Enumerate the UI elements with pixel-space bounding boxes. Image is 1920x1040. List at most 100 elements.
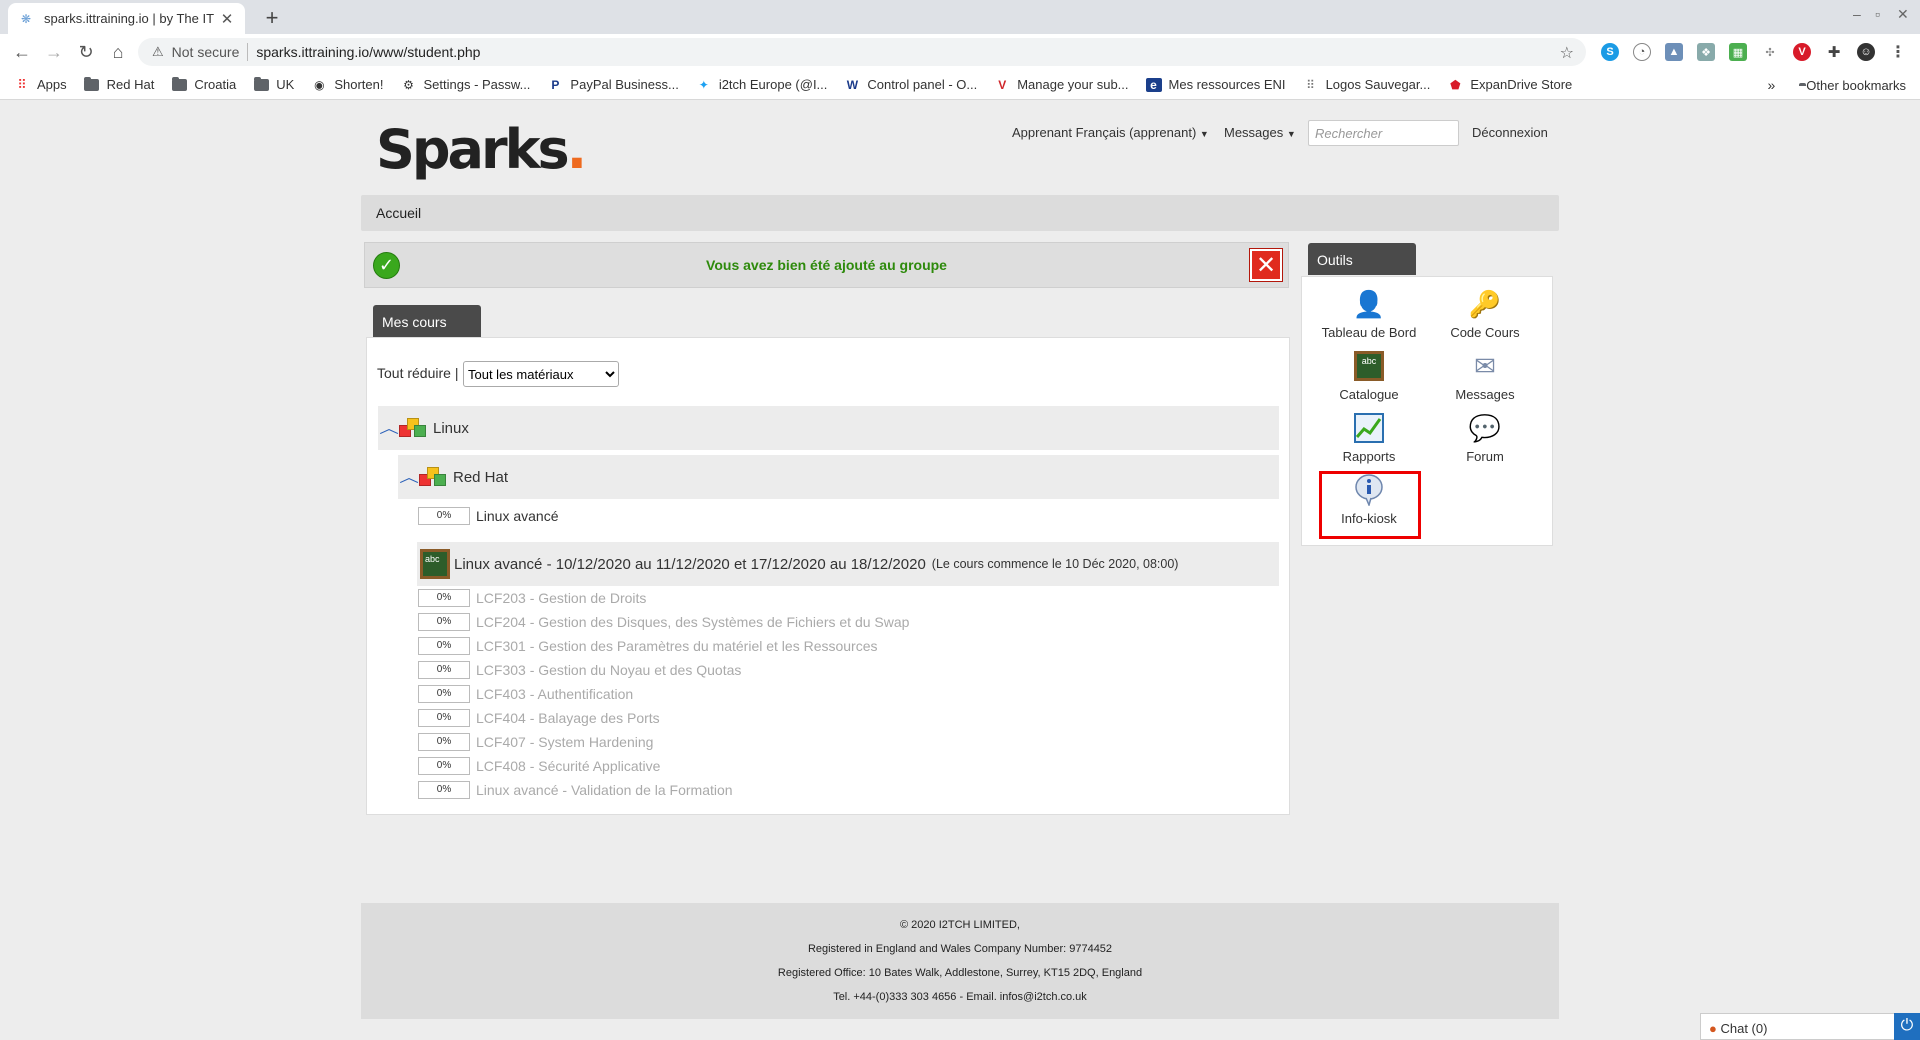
lesson-label: LCF403 - Authentification: [476, 686, 634, 702]
speech-bubbles-icon: 💬: [1468, 412, 1502, 443]
grid-extension-icon[interactable]: ▦: [1729, 43, 1747, 61]
course-start-note: (Le cours commence le 10 Déc 2020, 08:00…: [931, 557, 1179, 571]
tool-label: Rapports: [1342, 449, 1396, 464]
forward-button[interactable]: →: [42, 40, 66, 64]
browser-menu-icon[interactable]: ⋮: [1889, 43, 1907, 61]
lesson-row[interactable]: 0% LCF408 - Sécurité Applicative: [418, 757, 660, 775]
bookmark-label: Control panel - O...: [867, 77, 978, 92]
bookmark-label: PayPal Business...: [570, 77, 679, 92]
window-close-icon[interactable]: ✕: [1897, 6, 1909, 23]
bookmark-logos[interactable]: ⠿ Logos Sauvegar...: [1303, 77, 1430, 92]
chat-label: Chat (0): [1720, 1021, 1768, 1036]
category-cubes-icon: [399, 416, 427, 440]
bookmark-label: Shorten!: [334, 77, 384, 92]
dropbox-icon[interactable]: ❖: [1697, 43, 1715, 61]
lesson-row[interactable]: 0% LCF407 - System Hardening: [418, 733, 653, 751]
category-linux[interactable]: ︿ Linux: [378, 406, 1279, 450]
materials-filter-select[interactable]: Tout les matériaux: [463, 361, 619, 387]
breadcrumb: Accueil: [361, 195, 1559, 231]
tool-rapports[interactable]: Rapports: [1314, 411, 1424, 464]
collapse-chevron-icon[interactable]: ︿: [399, 467, 419, 487]
home-button[interactable]: ⌂: [106, 40, 130, 64]
bookmark-control-panel[interactable]: W Control panel - O...: [844, 77, 978, 92]
bookmark-croatia[interactable]: Croatia: [171, 76, 237, 92]
reload-button[interactable]: ↻: [74, 40, 98, 64]
user-menu[interactable]: Apprenant Français (apprenant) ▼: [1012, 125, 1209, 140]
vivaldi-icon[interactable]: V: [1793, 43, 1811, 61]
collapse-all-link[interactable]: Tout réduire |: [377, 365, 458, 381]
tab-outils[interactable]: Outils: [1308, 243, 1416, 275]
search-input[interactable]: [1308, 120, 1459, 146]
bookmark-eni[interactable]: e Mes ressources ENI: [1145, 77, 1286, 92]
twitter-icon: ✦: [698, 77, 709, 92]
progress-box: 0%: [418, 613, 470, 631]
lesson-row[interactable]: 0% LCF203 - Gestion de Droits: [418, 589, 646, 607]
lesson-row[interactable]: 0% LCF403 - Authentification: [418, 685, 633, 703]
bookmark-settings[interactable]: ⚙ Settings - Passw...: [400, 77, 530, 92]
close-alert-button[interactable]: ✕: [1249, 248, 1283, 282]
category-title: Red Hat: [453, 468, 509, 486]
power-icon[interactable]: ⏻: [1894, 1013, 1920, 1040]
messages-menu[interactable]: Messages ▼: [1224, 125, 1296, 140]
tool-catalogue[interactable]: abc Catalogue: [1314, 349, 1424, 402]
bookmark-label: Red Hat: [106, 77, 155, 92]
lesson-row[interactable]: 0% LCF303 - Gestion du Noyau et des Quota…: [418, 661, 741, 679]
sparks-logo[interactable]: Sparks.: [376, 118, 587, 181]
lesson-row[interactable]: 0% LCF204 - Gestion des Disques, des Syst…: [418, 613, 909, 631]
back-button[interactable]: ←: [10, 40, 34, 64]
site-favicon-icon: ❋: [20, 11, 32, 26]
more-bookmarks-button[interactable]: »: [1768, 77, 1776, 93]
user-menu-label: Apprenant Français (apprenant): [1012, 125, 1197, 140]
lesson-row[interactable]: 0% LCF301 - Gestion des Paramètres du mat…: [418, 637, 878, 655]
logout-link[interactable]: Déconnexion: [1472, 125, 1548, 140]
tool-code-cours[interactable]: 🔑 Code Cours: [1430, 287, 1540, 341]
progress-box: 0%: [418, 781, 470, 799]
skype-icon[interactable]: S: [1601, 43, 1619, 61]
category-title: Linux: [433, 419, 469, 437]
chat-bar[interactable]: ● Chat (0): [1700, 1013, 1895, 1040]
profile-avatar[interactable]: ☺: [1857, 43, 1875, 61]
bookmark-label: Settings - Passw...: [423, 77, 531, 92]
lesson-label: LCF408 - Sécurité Applicative: [476, 758, 661, 774]
bookmark-label: Croatia: [194, 77, 237, 92]
maximize-icon[interactable]: ▫: [1875, 6, 1880, 22]
bookmark-twitter[interactable]: ✦ i2tch Europe (@I...: [696, 77, 828, 92]
logo-dot: .: [566, 118, 587, 181]
course-item[interactable]: 0% Linux avancé: [418, 507, 559, 525]
tab-mes-cours[interactable]: Mes cours: [373, 305, 481, 337]
collapse-chevron-icon[interactable]: ︿: [379, 418, 399, 438]
course-header[interactable]: abc Linux avancé - 10/12/2020 au 11/12/2…: [417, 542, 1279, 586]
speed-icon[interactable]: ◔: [1633, 43, 1651, 61]
bookmark-expandrive[interactable]: ⬟ ExpanDrive Store: [1447, 77, 1572, 92]
bookmark-label: Manage your sub...: [1017, 77, 1129, 92]
bookmark-uk[interactable]: UK: [253, 76, 294, 92]
course-title: Linux avancé - 10/12/2020 au 11/12/2020 …: [454, 555, 926, 573]
extensions-puzzle-icon[interactable]: ✚: [1825, 43, 1843, 61]
bookmark-shorten[interactable]: ◉ Shorten!: [311, 77, 383, 92]
drive-icon[interactable]: ▲: [1665, 43, 1683, 61]
browser-tab[interactable]: ❋ sparks.ittraining.io | by The IT ✕: [8, 3, 245, 34]
tool-forum[interactable]: 💬 Forum: [1430, 411, 1540, 465]
other-bookmarks-button[interactable]: Other bookmarks: [1806, 78, 1906, 93]
apps-grid-icon: ⠿: [17, 76, 27, 92]
bookmark-star-icon[interactable]: ☆: [1560, 43, 1574, 63]
bookmark-apps[interactable]: ⠿ Apps: [14, 76, 66, 93]
bookmark-red-hat[interactable]: Red Hat: [84, 76, 155, 92]
gear-icon: ⚙: [403, 77, 414, 92]
bookmark-paypal[interactable]: P PayPal Business...: [547, 77, 678, 92]
breadcrumb-home[interactable]: Accueil: [376, 205, 421, 221]
tab-close-icon[interactable]: ✕: [219, 10, 235, 28]
lesson-row[interactable]: 0% LCF404 - Balayage des Ports: [418, 709, 660, 727]
bookmark-manage-sub[interactable]: V Manage your sub...: [994, 77, 1128, 92]
eni-icon: e: [1145, 77, 1162, 92]
lesson-label: LCF303 - Gestion du Noyau et des Quotas: [476, 662, 742, 678]
tool-tableau-de-bord[interactable]: 👤 Tableau de Bord: [1314, 287, 1424, 341]
tool-label: Catalogue: [1339, 387, 1399, 402]
minimize-icon[interactable]: –: [1853, 6, 1861, 22]
tool-messages[interactable]: ✉ Messages: [1430, 349, 1540, 403]
lesson-row[interactable]: 0% Linux avancé - Validation de la Format…: [418, 781, 733, 799]
category-red-hat[interactable]: ︿ Red Hat: [398, 455, 1279, 499]
network-icon[interactable]: ✣: [1761, 43, 1779, 61]
new-tab-button[interactable]: +: [258, 4, 286, 32]
address-bar[interactable]: ⚠ Not secure sparks.ittraining.io/www/st…: [138, 38, 1586, 66]
